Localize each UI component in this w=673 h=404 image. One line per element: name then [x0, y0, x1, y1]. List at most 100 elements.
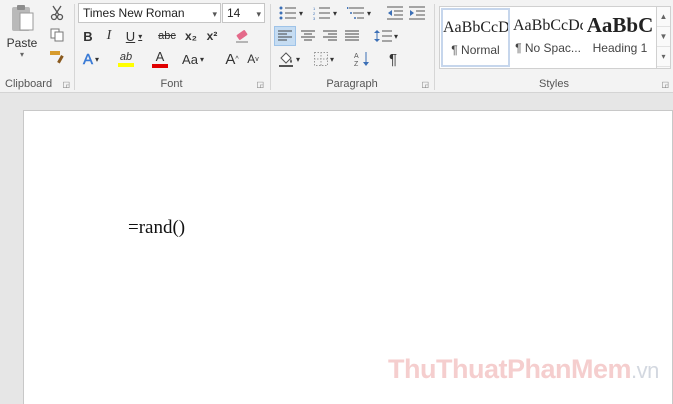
increase-indent-icon: [409, 6, 425, 20]
bullet-list-icon: [279, 6, 297, 20]
decrease-indent-button[interactable]: [385, 3, 405, 23]
underline-button[interactable]: U ▾: [121, 27, 147, 45]
svg-text:3: 3: [313, 16, 316, 20]
line-spacing-icon: [373, 29, 392, 43]
chevron-down-icon: ▾: [298, 8, 303, 18]
font-launcher-icon[interactable]: ◲: [256, 80, 264, 89]
chevron-down-icon: ▾: [95, 54, 100, 64]
copy-button[interactable]: [46, 26, 68, 44]
subscript-button[interactable]: x₂: [181, 27, 201, 45]
font-group-label: Font: [160, 78, 183, 90]
align-right-icon: [323, 30, 337, 42]
highlight-color-bar: [118, 63, 134, 67]
chevron-down-icon: ▾: [393, 31, 398, 41]
highlight-button[interactable]: ab: [111, 48, 141, 70]
multilevel-list-icon: [346, 6, 365, 20]
chevron-down-icon: ▾: [295, 54, 300, 64]
align-right-button[interactable]: [319, 26, 341, 46]
document-text[interactable]: =rand(): [128, 217, 185, 239]
clear-formatting-button[interactable]: [231, 27, 253, 45]
strikethrough-button[interactable]: abc: [155, 27, 179, 45]
font-group: Times New Roman ▾ 14 ▾ B I U ▾ abc x₂ x²: [75, 0, 268, 93]
chevron-down-icon: ▾: [332, 8, 337, 18]
bold-label: B: [83, 28, 93, 44]
align-center-icon: [301, 30, 315, 42]
format-painter-button[interactable]: [46, 48, 68, 66]
chevron-down-icon: ▾: [19, 50, 24, 59]
paste-button[interactable]: Paste ▾: [3, 3, 41, 59]
paste-label: Paste: [6, 36, 38, 50]
multilevel-list-button[interactable]: ▾: [343, 3, 375, 23]
borders-button[interactable]: ▾: [309, 49, 339, 69]
font-size-select[interactable]: 14 ▾: [222, 3, 265, 23]
superscript-button[interactable]: x²: [202, 27, 222, 45]
align-center-button[interactable]: [297, 26, 319, 46]
chevron-down-icon: ▾: [329, 54, 334, 64]
show-marks-label: ¶: [388, 50, 398, 68]
bullets-button[interactable]: ▾: [275, 3, 307, 23]
svg-text:A: A: [354, 53, 359, 60]
chevron-down-icon: ▾: [212, 9, 217, 19]
italic-button[interactable]: I: [100, 27, 118, 45]
paragraph-group-label: Paragraph: [326, 78, 378, 90]
clipboard-group: Paste ▾ Clipboard ◲: [0, 0, 74, 93]
chevron-down-icon: ▾: [366, 8, 371, 18]
show-marks-button[interactable]: ¶: [383, 49, 403, 69]
ribbon: Paste ▾ Clipboard ◲ Times New Roman ▾ 14…: [0, 0, 673, 93]
svg-text:Z: Z: [354, 61, 359, 67]
bold-button[interactable]: B: [79, 27, 97, 45]
paragraph-launcher-icon[interactable]: ◲: [421, 80, 429, 89]
font-name-select[interactable]: Times New Roman ▾: [78, 3, 221, 23]
align-left-icon: [278, 30, 292, 42]
shading-button[interactable]: ▾: [274, 49, 304, 69]
font-name-value: Times New Roman: [83, 6, 185, 20]
font-color-bar: [152, 64, 168, 68]
styles-launcher-icon[interactable]: ◲: [661, 80, 669, 89]
watermark-text: ThuThuatPhanMem: [388, 354, 632, 384]
sort-icon: AZ: [354, 51, 370, 67]
clipboard-launcher-icon[interactable]: ◲: [62, 80, 70, 89]
watermark: ThuThuatPhanMem.vn: [388, 354, 659, 385]
format-painter-icon: [49, 50, 65, 64]
justify-button[interactable]: [341, 26, 363, 46]
subscript-label: x₂: [184, 29, 197, 43]
font-color-label: A: [155, 49, 165, 64]
underline-label: U: [125, 28, 136, 44]
chevron-down-icon: ▾: [256, 9, 261, 19]
copy-icon: [50, 28, 64, 42]
italic-label: I: [106, 28, 112, 43]
strikethrough-label: abc: [158, 30, 176, 42]
chevron-down-icon: ▾: [199, 54, 204, 64]
superscript-label: x²: [206, 29, 218, 43]
justify-icon: [345, 30, 359, 42]
sort-button[interactable]: AZ: [351, 49, 373, 69]
font-size-value: 14: [227, 6, 241, 20]
watermark-suffix: .vn: [631, 358, 659, 383]
highlight-label: ab: [119, 51, 133, 63]
shrink-font-label: A: [247, 52, 256, 66]
eraser-icon: [234, 29, 250, 43]
styles-group-label: Styles: [539, 78, 569, 90]
cut-button[interactable]: [46, 4, 68, 22]
text-effects-label: A: [82, 50, 94, 68]
align-left-button[interactable]: [274, 26, 296, 46]
styles-group: Styles ◲: [435, 0, 673, 93]
grow-font-button[interactable]: A ^: [222, 49, 242, 69]
grow-font-label: A: [225, 50, 236, 68]
font-color-button[interactable]: A: [145, 48, 175, 70]
change-case-button[interactable]: Aa ▾: [179, 49, 207, 69]
document-area: =rand() ThuThuatPhanMem.vn: [0, 94, 673, 404]
decrease-indent-icon: [387, 6, 403, 20]
paragraph-group: ▾ 123 ▾ ▾ ▾ ▾ ▾ A Z ¶ Paragraph ◲: [271, 0, 433, 93]
scissors-icon: [50, 5, 64, 21]
numbering-button[interactable]: 123 ▾: [309, 3, 341, 23]
numbered-list-icon: 123: [313, 6, 331, 20]
increase-indent-button[interactable]: [407, 3, 427, 23]
chevron-down-icon: ▾: [138, 31, 143, 41]
line-spacing-button[interactable]: ▾: [371, 26, 401, 46]
shrink-font-button[interactable]: Av: [243, 49, 263, 69]
borders-icon: [313, 52, 328, 66]
change-case-label: Aa: [182, 51, 198, 67]
text-effects-button[interactable]: A ▾: [79, 49, 103, 69]
paste-icon: [9, 3, 35, 33]
